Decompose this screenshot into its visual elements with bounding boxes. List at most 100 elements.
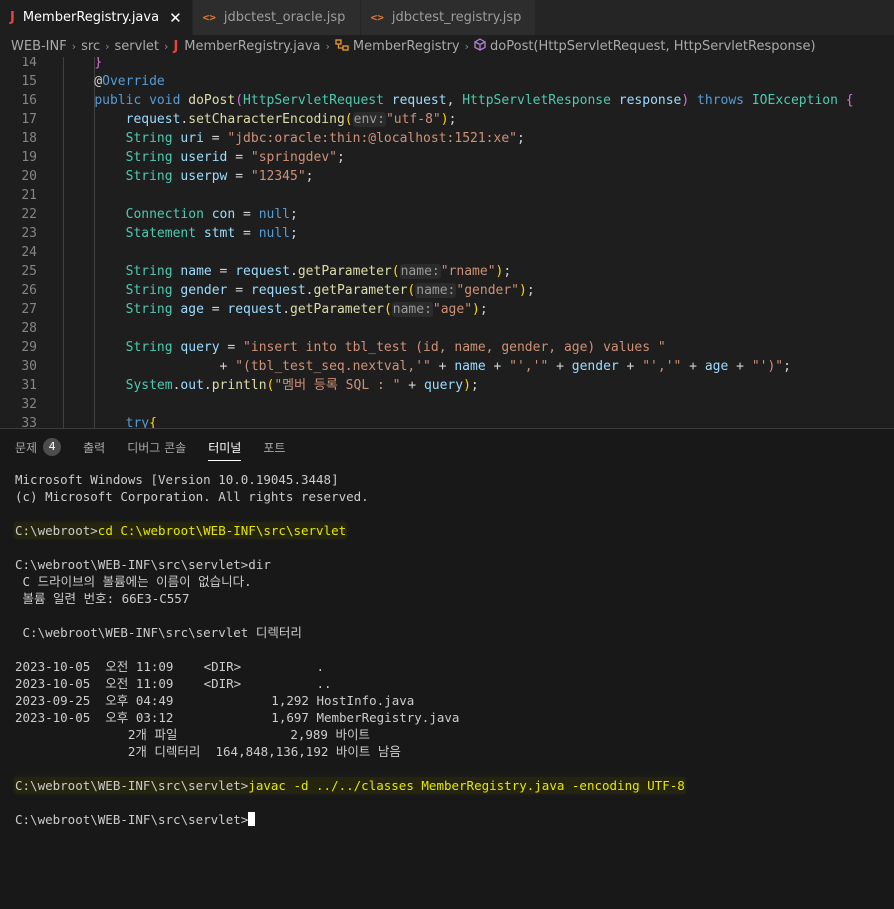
code-token: request xyxy=(227,302,283,317)
code-text: String gender = request.getParameter(nam… xyxy=(63,281,535,300)
code-text: String name = request.getParameter(name:… xyxy=(63,262,511,281)
code-token: + xyxy=(485,359,510,374)
code-text: Connection con = null; xyxy=(63,205,298,224)
code-token: ; xyxy=(503,264,512,279)
terminal-line: C:\webroot>cd C:\webroot\WEB-INF\src\ser… xyxy=(15,522,685,539)
tab-jdbctest-oracle-jsp[interactable]: <> jdbctest_oracle.jsp xyxy=(192,0,361,35)
code-line[interactable]: 15 @Override xyxy=(0,72,894,91)
code-token: throws xyxy=(697,93,745,108)
code-line[interactable]: 19 String userid = "springdev"; xyxy=(0,148,894,167)
code-token: println xyxy=(211,378,267,393)
code-token: "jdbc:oracle:thin:@localhost:1521:xe" xyxy=(227,131,517,146)
tab-label: 터미널 xyxy=(208,440,242,455)
code-token: "멤버 등록 SQL : " xyxy=(274,378,401,393)
tab-ports[interactable]: 포트 xyxy=(263,429,285,465)
code-token: . xyxy=(305,283,314,298)
terminal-text: (c) Microsoft Corporation. All rights re… xyxy=(15,489,369,504)
code-token: age xyxy=(180,302,204,317)
code-line[interactable]: 33 try{ xyxy=(0,414,894,428)
code-text: Statement stmt = null; xyxy=(63,224,298,243)
code-token: . xyxy=(203,378,212,393)
terminal-line: 2개 디렉터리 164,848,136,192 바이트 남음 xyxy=(15,743,685,760)
breadcrumb-item-class[interactable]: MemberRegistry xyxy=(353,39,460,54)
tab-jdbctest-registry-jsp[interactable]: <> jdbctest_registry.jsp xyxy=(360,0,536,35)
code-line[interactable]: 24 xyxy=(0,243,894,262)
code-token: "gender" xyxy=(456,283,520,298)
tab-terminal[interactable]: 터미널 xyxy=(208,429,242,465)
code-token: null xyxy=(258,226,291,241)
breadcrumb-item-method[interactable]: doPost(HttpServletRequest, HttpServletRe… xyxy=(490,39,816,54)
tab-problems[interactable]: 문제 4 xyxy=(15,429,62,465)
tab-memberregistry-java[interactable]: J MemberRegistry.java ✕ xyxy=(0,0,193,35)
terminal-text: 볼륨 일련 번호: 66E3-C557 xyxy=(15,591,190,606)
tab-debug-console[interactable]: 디버그 콘솔 xyxy=(127,429,186,465)
code-token: "rname" xyxy=(440,264,496,279)
breadcrumb-item-file[interactable]: MemberRegistry.java xyxy=(184,39,320,54)
line-number: 21 xyxy=(21,188,37,203)
terminal-text: Microsoft Windows [Version 10.0.19045.34… xyxy=(15,472,339,487)
inlay-hint: name: xyxy=(415,283,457,298)
code-token: { xyxy=(149,416,157,428)
code-line[interactable]: 21 xyxy=(0,186,894,205)
inlay-hint: name: xyxy=(391,302,433,317)
terminal-command: javac -d ../../classes MemberRegistry.ja… xyxy=(248,778,685,793)
code-token: ; xyxy=(470,378,479,393)
code-token: "','" xyxy=(642,359,682,374)
breadcrumb-item-web-inf[interactable]: WEB-INF xyxy=(11,39,67,54)
code-token: ) xyxy=(463,378,471,393)
code-token: gender xyxy=(571,359,619,374)
terminal-text: 2023-10-05 오후 03:12 1,697 MemberRegistry… xyxy=(15,710,460,725)
chevron-right-icon: › xyxy=(164,39,169,53)
code-token: ) xyxy=(472,302,480,317)
code-line[interactable]: 16 public void doPost(HttpServletRequest… xyxy=(0,91,894,110)
code-line[interactable]: 17 request.setCharacterEncoding(env:"utf… xyxy=(0,110,894,129)
inlay-hint: env: xyxy=(352,112,386,127)
code-token: ( xyxy=(383,302,392,317)
code-token: String xyxy=(125,131,173,146)
breadcrumb-item-servlet[interactable]: servlet xyxy=(115,39,160,54)
code-line[interactable]: 32 xyxy=(0,395,894,414)
code-line[interactable]: 29 String query = "insert into tbl_test … xyxy=(0,338,894,357)
code-token: stmt xyxy=(203,226,236,241)
tab-output[interactable]: 출력 xyxy=(83,429,105,465)
line-number: 15 xyxy=(21,74,37,89)
code-token: String xyxy=(125,340,173,355)
chevron-right-icon: › xyxy=(105,39,110,53)
code-text: request.setCharacterEncoding(env:"utf-8"… xyxy=(63,110,456,129)
code-line[interactable]: 30 + "(tbl_test_seq.nextval,'" + name + … xyxy=(0,357,894,376)
code-token: try xyxy=(125,416,150,428)
code-editor[interactable]: 14 } 15 @Override 16 public void doPost(Ht… xyxy=(0,57,894,428)
terminal-output[interactable]: Microsoft Windows [Version 10.0.19045.34… xyxy=(15,471,685,828)
code-token: ( xyxy=(235,93,244,108)
code-token: ; xyxy=(783,359,791,374)
code-line[interactable]: 31 System.out.println("멤버 등록 SQL : " + q… xyxy=(0,376,894,395)
tab-label: 디버그 콘솔 xyxy=(127,440,187,455)
terminal-text: 2개 디렉터리 164,848,136,192 바이트 남음 xyxy=(15,744,401,759)
code-token: ; xyxy=(336,150,345,165)
code-token: name xyxy=(180,264,212,279)
code-line[interactable]: 22 Connection con = null; xyxy=(0,205,894,224)
code-token: String xyxy=(125,264,173,279)
code-line[interactable]: 23 Statement stmt = null; xyxy=(0,224,894,243)
code-line[interactable]: 26 String gender = request.getParameter(… xyxy=(0,281,894,300)
code-token: getParameter xyxy=(297,264,392,279)
code-line[interactable]: 14 } xyxy=(0,57,894,72)
terminal-line: (c) Microsoft Corporation. All rights re… xyxy=(15,488,685,505)
code-text: + "(tbl_test_seq.nextval,'" + name + "',… xyxy=(63,357,791,376)
close-icon[interactable]: ✕ xyxy=(169,9,182,27)
code-line[interactable]: 20 String userpw = "12345"; xyxy=(0,167,894,186)
code-token: + xyxy=(618,359,643,374)
code-text: System.out.println("멤버 등록 SQL : " + quer… xyxy=(63,376,479,395)
code-line[interactable]: 28 xyxy=(0,319,894,338)
code-line[interactable]: 25 String name = request.getParameter(na… xyxy=(0,262,894,281)
code-line[interactable]: 18 String uri = "jdbc:oracle:thin:@local… xyxy=(0,129,894,148)
breadcrumb-item-src[interactable]: src xyxy=(81,39,100,54)
terminal-text: 2개 파일 2,989 바이트 xyxy=(15,727,370,742)
code-line[interactable]: 27 String age = request.getParameter(nam… xyxy=(0,300,894,319)
